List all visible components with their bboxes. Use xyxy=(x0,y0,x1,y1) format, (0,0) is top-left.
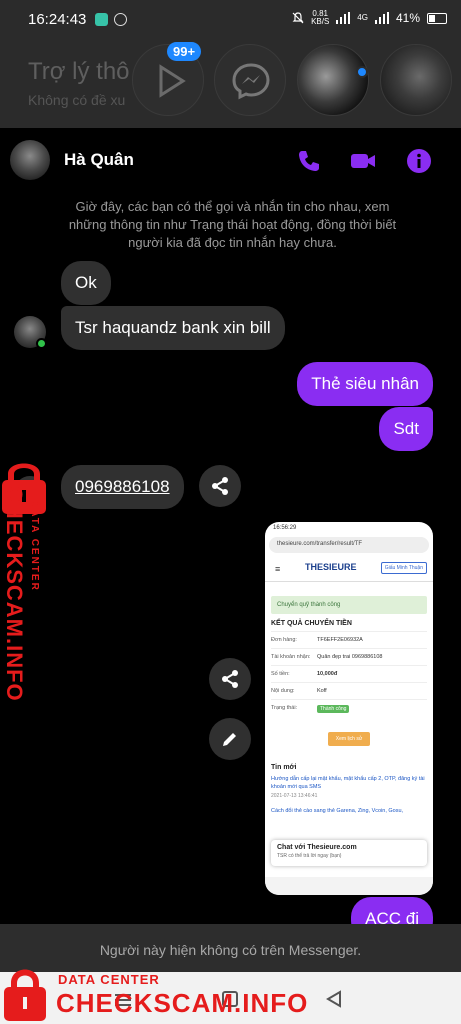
assistant-title: Trợ lý thô xyxy=(28,58,130,85)
attachment-status-time: 16:56:29 xyxy=(273,525,297,531)
transfer-row: Tài khoản nhận: Quân đẹp trai 0969886108 xyxy=(271,648,427,665)
site-chat-widget: Chat với Thesieure.com TSR có thể trả lờ… xyxy=(271,840,427,866)
share-icon xyxy=(212,477,228,495)
edit-image-button[interactable] xyxy=(209,718,251,760)
verified-dot xyxy=(356,66,368,78)
menu-icon: ≡ xyxy=(275,564,281,574)
mute-icon xyxy=(292,12,304,24)
message-phone-link[interactable]: 0969886108 xyxy=(61,465,184,509)
assistant-subtitle: Không có đề xu xyxy=(28,92,126,108)
news-date: 2021-07-13 13:46:41 xyxy=(271,793,318,799)
net-speed: 0.81 KB/S xyxy=(311,9,330,26)
back-icon[interactable] xyxy=(326,990,342,1008)
battery-percent: 41% xyxy=(395,11,420,25)
watermark-bottom-sub: DATA CENTER xyxy=(58,972,160,987)
history-button: Xem lịch sử xyxy=(328,732,370,746)
message-incoming[interactable]: Ok xyxy=(61,261,111,305)
pencil-icon xyxy=(223,733,236,746)
unavailable-notice: Người này hiện không có trên Messenger. xyxy=(0,924,461,972)
watermark-side-sub: DATA CENTER xyxy=(29,500,40,592)
news-link: Hướng dẫn cấp lại mật khẩu, mật khẩu cấp… xyxy=(271,776,425,790)
status-bar: 16:24:43 0.81 KB/S 4G 41% xyxy=(0,0,461,40)
message-outgoing[interactable]: Sdt xyxy=(379,407,433,451)
app-notification-icon xyxy=(95,13,108,26)
watermark-side-text: CHECKSCAM.INFO xyxy=(2,486,27,702)
online-status-dot xyxy=(36,338,47,349)
transfer-row: Số tiền: 10,000đ xyxy=(271,665,427,682)
watermark-bottom-text: CHECKSCAM.INFO xyxy=(56,988,309,1018)
news-link: Cách đổi thẻ cào sang thẻ Garena, Zing, … xyxy=(271,808,404,814)
transfer-success-alert: Chuyển quỹ thành công xyxy=(271,596,427,614)
transfer-result-heading: KẾT QUẢ CHUYỂN TIỀN xyxy=(271,620,352,627)
chat-head-contact-1[interactable] xyxy=(297,44,369,116)
chat-head-messenger[interactable] xyxy=(214,44,286,116)
status-time: 16:24:43 xyxy=(28,11,87,28)
chat-head-contact-2[interactable] xyxy=(380,44,452,116)
watermark-lock-icon xyxy=(4,969,46,1021)
message-outgoing[interactable]: Thẻ siêu nhân xyxy=(297,362,433,406)
transfer-row: Đơn hàng: TF6EFF2E06932A xyxy=(271,631,427,648)
battery-icon xyxy=(427,12,447,24)
signal-icon-2 xyxy=(374,12,389,24)
site-user-label: Giấu Minh Thuận xyxy=(380,562,427,574)
video-call-icon[interactable] xyxy=(350,148,376,174)
messenger-icon xyxy=(232,63,270,100)
network-type: 4G xyxy=(357,13,368,22)
info-icon[interactable] xyxy=(406,148,432,174)
transfer-row: Trạng thái: Thành công xyxy=(271,699,427,718)
chat-notice: Giờ đây, các bạn có thể gọi và nhắn tin … xyxy=(68,199,397,250)
status-right: 0.81 KB/S 4G 41% xyxy=(292,10,447,26)
news-heading: Tin mới xyxy=(271,764,297,771)
message-incoming[interactable]: Tsr haquandz bank xin bill xyxy=(61,306,285,350)
messenger-notification-icon xyxy=(114,13,127,26)
attachment-url-bar: thesieure.com/transfer/result/TF xyxy=(269,537,429,553)
site-logo: THESIEURE xyxy=(305,562,357,572)
signal-icon xyxy=(336,12,351,24)
share-button[interactable] xyxy=(199,465,241,507)
attachment-site-header: ≡ THESIEURE Giấu Minh Thuận xyxy=(265,554,433,582)
contact-avatar[interactable] xyxy=(10,140,50,180)
transfer-row: Nội dung: Koff xyxy=(271,682,427,699)
attachment-nav-bar xyxy=(265,877,433,895)
phone-call-icon[interactable] xyxy=(296,148,322,174)
share-button[interactable] xyxy=(209,658,251,700)
share-icon xyxy=(222,670,238,688)
image-attachment[interactable]: 16:56:29 thesieure.com/transfer/result/T… xyxy=(265,522,433,895)
contact-name[interactable]: Hà Quân xyxy=(64,150,134,170)
notification-badge: 99+ xyxy=(167,42,202,61)
